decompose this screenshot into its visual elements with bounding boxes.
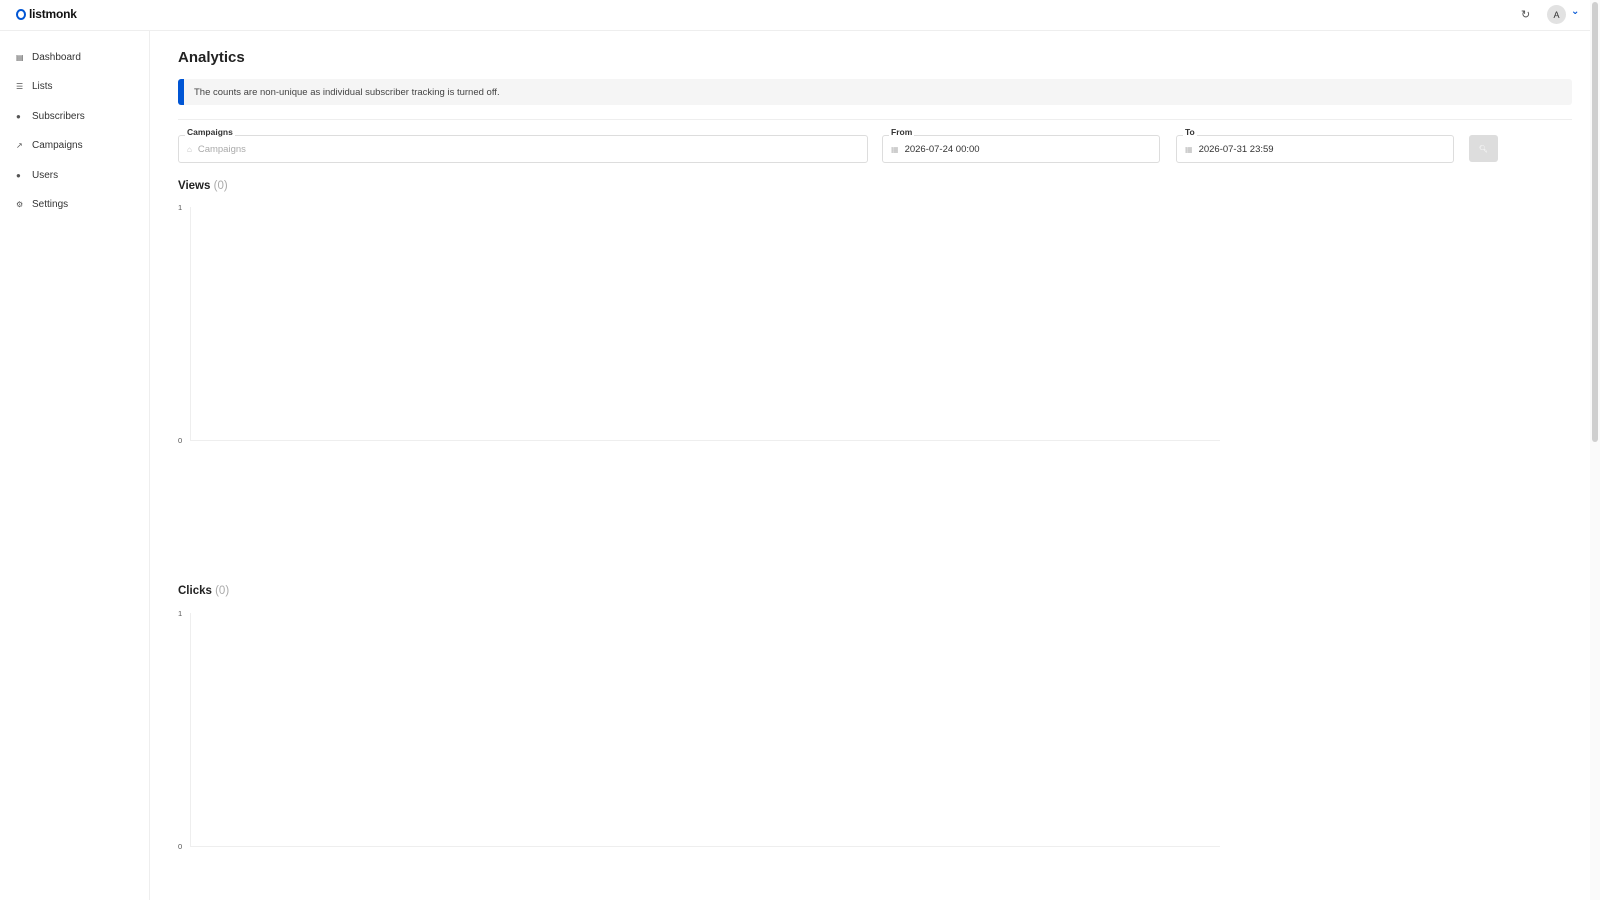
calendar-icon: ▦ bbox=[891, 144, 899, 154]
x-axis bbox=[190, 846, 1220, 847]
sidebar-item-label: Settings bbox=[32, 199, 69, 210]
sidebar-item-label: Dashboard bbox=[32, 52, 81, 63]
sidebar-item-settings[interactable]: ⚙ Settings bbox=[16, 199, 68, 210]
sidebar-item-lists[interactable]: ☰ Lists bbox=[16, 81, 53, 92]
dashboard-icon: ▤ bbox=[16, 53, 24, 62]
y-tick-label: 1 bbox=[178, 609, 183, 618]
views-title: Views (0) bbox=[178, 180, 228, 192]
campaigns-label: Campaigns bbox=[185, 127, 235, 137]
views-count: (0) bbox=[213, 180, 228, 192]
views-heading: Views bbox=[178, 180, 211, 192]
campaigns-placeholder: Campaigns bbox=[197, 143, 246, 155]
logo-text: listmonk bbox=[29, 7, 77, 21]
y-tick-label: 0 bbox=[178, 842, 183, 851]
sidebar-item-label: Campaigns bbox=[32, 140, 83, 151]
y-tick-label: 0 bbox=[178, 436, 183, 445]
clicks-count: (0) bbox=[215, 585, 230, 597]
to-date-value: 2026-07-31 23:59 bbox=[1198, 143, 1274, 155]
sidebar-item-dashboard[interactable]: ▤ Dashboard bbox=[16, 52, 81, 63]
top-navbar: listmonk ↻ A ⌄ bbox=[0, 0, 1590, 31]
sidebar-item-label: Lists bbox=[32, 81, 53, 92]
logo[interactable]: listmonk bbox=[16, 7, 77, 21]
list-icon: ☰ bbox=[16, 82, 24, 91]
sidebar-item-users[interactable]: ● Users bbox=[16, 170, 58, 181]
search-button[interactable]: 🔍︎ bbox=[1469, 135, 1498, 162]
rocket-icon: ↗ bbox=[16, 141, 23, 150]
logo-icon bbox=[16, 8, 26, 20]
divider bbox=[178, 119, 1572, 120]
to-label: To bbox=[1183, 127, 1197, 137]
views-chart: 1 0 bbox=[178, 203, 1228, 453]
y-axis bbox=[190, 207, 191, 441]
from-date-field[interactable]: ▦ 2026-07-24 00:00 bbox=[882, 135, 1160, 163]
from-label: From bbox=[889, 127, 915, 137]
y-axis bbox=[190, 613, 191, 847]
sidebar: ▤ Dashboard ☰ Lists ● Subscribers ↗ Camp… bbox=[0, 31, 150, 900]
avatar[interactable]: A bbox=[1547, 5, 1566, 24]
users-icon: ● bbox=[16, 112, 21, 121]
chevron-down-icon[interactable]: ⌄ bbox=[1571, 6, 1579, 17]
gear-icon: ⚙ bbox=[16, 200, 24, 209]
clicks-heading: Clicks bbox=[178, 585, 212, 597]
sidebar-item-campaigns[interactable]: ↗ Campaigns bbox=[16, 140, 83, 151]
page-title: Analytics bbox=[178, 49, 245, 66]
to-date-field[interactable]: ▦ 2026-07-31 23:59 bbox=[1176, 135, 1454, 163]
sidebar-item-subscribers[interactable]: ● Subscribers bbox=[16, 111, 85, 122]
tag-icon: ⌂ bbox=[187, 144, 192, 154]
scrollbar-thumb[interactable] bbox=[1592, 2, 1598, 442]
clicks-chart: 1 0 bbox=[178, 609, 1228, 859]
search-icon: 🔍︎ bbox=[1479, 145, 1488, 153]
sidebar-item-label: Subscribers bbox=[32, 111, 85, 122]
x-axis bbox=[190, 440, 1220, 441]
campaigns-field[interactable]: ⌂ Campaigns bbox=[178, 135, 868, 163]
sidebar-item-label: Users bbox=[32, 170, 59, 181]
users-icon: ● bbox=[16, 171, 21, 180]
calendar-icon: ▦ bbox=[1185, 144, 1193, 154]
y-tick-label: 1 bbox=[178, 203, 183, 212]
refresh-icon[interactable]: ↻ bbox=[1521, 8, 1530, 21]
notice-banner: The counts are non-unique as individual … bbox=[178, 79, 1572, 105]
clicks-title: Clicks (0) bbox=[178, 585, 229, 597]
from-date-value: 2026-07-24 00:00 bbox=[904, 143, 980, 155]
